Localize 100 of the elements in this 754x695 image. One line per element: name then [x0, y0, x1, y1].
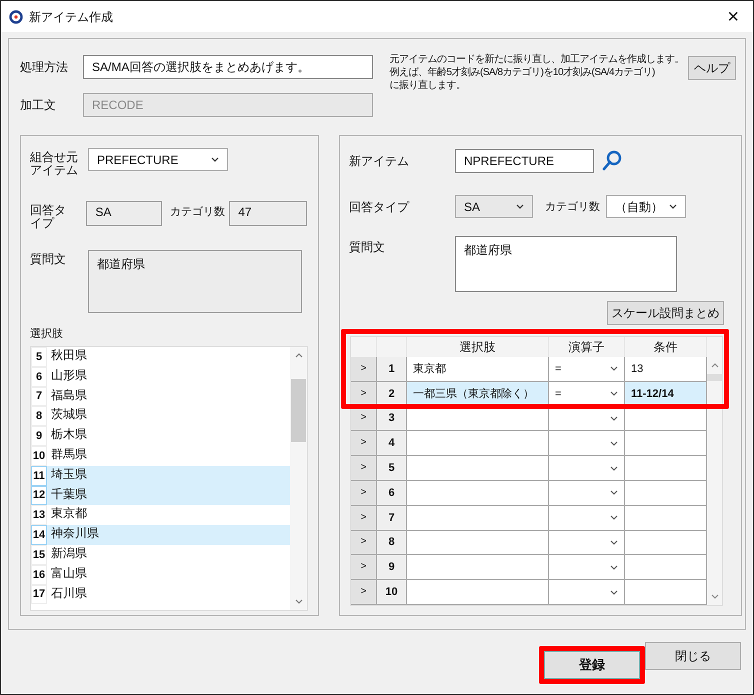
new-item-field[interactable]: NPREFECTURE — [455, 149, 594, 173]
process-text-label: 加工文 — [20, 98, 57, 112]
scroll-up-icon[interactable] — [294, 353, 302, 358]
choice-number: 10 — [31, 446, 47, 466]
choice-number: 17 — [31, 584, 47, 604]
chevron-down-icon — [516, 204, 524, 209]
scroll-down-icon[interactable] — [294, 599, 302, 604]
choice-item[interactable]: 栃木県 — [47, 426, 290, 446]
choice-item[interactable]: 石川県 — [47, 584, 290, 604]
choice-cell[interactable] — [407, 480, 549, 506]
source-item-dropdown[interactable]: PREFECTURE — [88, 148, 228, 171]
row-expand-cell[interactable]: > — [351, 480, 377, 506]
row-expand-cell[interactable]: > — [351, 580, 377, 605]
new-answer-type-label: 回答タイプ — [349, 200, 410, 214]
row-expand-cell[interactable]: > — [351, 456, 377, 481]
chevron-down-icon — [610, 515, 618, 520]
row-number-cell: 10 — [377, 580, 407, 605]
row-number-cell: 7 — [377, 506, 407, 531]
choice-item[interactable]: 福島県 — [47, 386, 290, 406]
row-number-cell: 9 — [377, 555, 407, 580]
scroll-down-icon[interactable] — [710, 594, 718, 599]
source-answer-type-label: 回答タイプ — [30, 202, 67, 230]
close-dialog-button[interactable]: 閉じる — [645, 642, 741, 670]
chevron-down-icon — [610, 466, 618, 471]
category-count-dropdown[interactable]: （自動） — [606, 195, 686, 218]
operator-dropdown[interactable]: = — [549, 357, 625, 382]
choice-cell[interactable] — [407, 580, 549, 605]
choice-item[interactable]: 秋田県 — [47, 347, 290, 367]
choice-item[interactable]: 新潟県 — [47, 544, 290, 565]
choice-item[interactable]: 埼玉県 — [47, 466, 290, 486]
condition-cell[interactable] — [625, 506, 707, 531]
choice-item[interactable]: 群馬県 — [47, 446, 290, 466]
condition-cell[interactable] — [625, 555, 707, 580]
choice-number: 13 — [31, 505, 47, 526]
condition-cell[interactable] — [625, 431, 707, 456]
choice-cell[interactable] — [407, 456, 549, 481]
source-question-label: 質問文 — [30, 251, 67, 266]
source-item-label: 組合せ元アイテム — [30, 149, 78, 177]
row-expand-cell[interactable]: > — [351, 431, 377, 456]
app-logo-icon — [9, 10, 23, 24]
condition-cell[interactable] — [625, 456, 707, 481]
choice-item[interactable]: 神奈川県 — [47, 525, 290, 545]
choice-cell[interactable] — [407, 506, 549, 531]
condition-cell[interactable]: 13 — [625, 357, 707, 382]
scrollbar-thumb[interactable] — [291, 379, 306, 442]
choice-number: 15 — [31, 544, 47, 565]
row-expand-cell[interactable]: > — [351, 357, 377, 382]
operator-dropdown[interactable] — [549, 480, 625, 506]
scroll-up-icon[interactable] — [710, 363, 718, 368]
condition-cell[interactable] — [625, 580, 707, 605]
chevron-down-icon — [610, 416, 618, 421]
new-question-label: 質問文 — [349, 239, 386, 254]
choice-number: 12 — [31, 486, 47, 506]
chevron-down-icon — [669, 204, 677, 209]
row-number-cell: 5 — [377, 456, 407, 481]
operator-dropdown[interactable] — [549, 555, 625, 580]
operator-dropdown[interactable] — [549, 580, 625, 605]
close-button[interactable]: × — [721, 6, 745, 26]
choices-label: 選択肢 — [30, 327, 64, 341]
choice-item[interactable]: 山形県 — [47, 366, 290, 387]
operator-dropdown[interactable] — [549, 431, 625, 456]
choice-item[interactable]: 東京都 — [47, 505, 290, 526]
choice-item[interactable]: 茨城県 — [47, 406, 290, 426]
method-field[interactable]: SA/MA回答の選択肢をまとめあげます。 — [83, 55, 373, 79]
chevron-down-icon — [610, 391, 618, 396]
scale-merge-button[interactable]: スケール設問まとめ — [607, 301, 724, 325]
new-question-field[interactable]: 都道府県 — [455, 236, 677, 292]
chevron-down-icon — [610, 564, 618, 570]
choice-number: 9 — [31, 426, 47, 446]
scrollbar-thumb[interactable] — [707, 374, 722, 381]
choice-cell[interactable] — [407, 555, 549, 580]
source-category-count-label: カテゴリ数 — [169, 205, 226, 219]
choice-item[interactable]: 富山県 — [47, 564, 290, 585]
choice-number: 5 — [31, 347, 47, 367]
choice-cell[interactable] — [407, 431, 549, 456]
description-line: に振り直します。 — [390, 79, 466, 92]
choice-item[interactable]: 千葉県 — [47, 486, 290, 506]
choice-number: 11 — [31, 466, 47, 486]
operator-dropdown[interactable] — [549, 456, 625, 481]
register-button[interactable]: 登録 — [544, 651, 640, 679]
window-title: 新アイテム作成 — [29, 10, 114, 24]
operator-dropdown[interactable] — [549, 506, 625, 531]
chevron-down-icon — [610, 366, 618, 372]
choice-cell[interactable]: 東京都 — [407, 357, 549, 382]
row-expand-cell[interactable]: > — [351, 506, 377, 531]
method-label: 処理方法 — [20, 60, 69, 74]
row-expand-cell[interactable]: > — [351, 555, 377, 580]
operator-dropdown[interactable] — [549, 530, 625, 556]
choice-cell[interactable] — [407, 530, 549, 556]
description-line: 例えば、年齢5才刻み(SA/8カテゴリ)を10才刻み(SA/4カテゴリ) — [390, 66, 655, 79]
search-icon[interactable] — [600, 149, 624, 173]
row-expand-cell[interactable]: > — [351, 530, 377, 556]
chevron-down-icon — [610, 440, 618, 446]
condition-cell[interactable] — [625, 480, 707, 506]
condition-cell[interactable] — [625, 530, 707, 556]
answer-type-dropdown[interactable]: SA — [455, 195, 533, 218]
chevron-down-icon — [610, 490, 618, 496]
row-number-cell: 6 — [377, 480, 407, 506]
help-button[interactable]: ヘルプ — [688, 56, 736, 80]
row-number-cell: 8 — [377, 530, 407, 556]
